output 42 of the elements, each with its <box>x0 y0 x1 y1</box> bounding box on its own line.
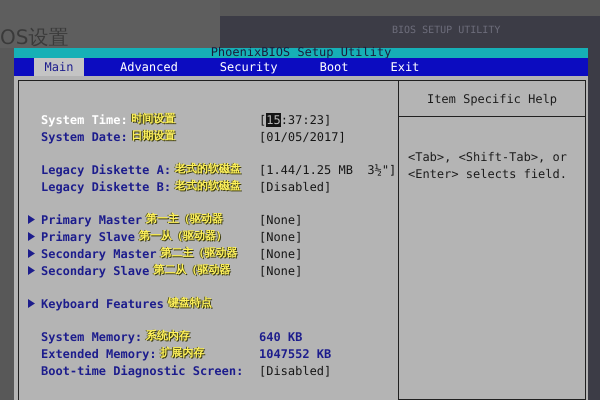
annotation-text: 第一从（驱动器） <box>138 228 227 244</box>
setting-value[interactable]: [Disabled] <box>259 362 332 380</box>
setting-label[interactable]: System Date: <box>41 128 128 146</box>
menu-tab[interactable]: Exit <box>384 58 426 76</box>
setting-label[interactable]: Boot-time Diagnostic Screen: <box>41 362 244 380</box>
menu-tab[interactable]: Advanced <box>114 58 184 76</box>
annotation-text: 键盘特点 <box>168 295 212 312</box>
annotation-text: 第一主（驱动器 <box>146 211 224 228</box>
triangle-icon <box>28 299 35 308</box>
setting-value[interactable]: [1.44/1.25 MB 3½"] <box>259 160 396 178</box>
annotation-text: 系统内存 <box>146 328 190 344</box>
setting-label[interactable]: Extended Memory: <box>41 344 157 362</box>
setting-value[interactable]: [None] <box>259 228 302 246</box>
setting-label[interactable]: Keyboard Features <box>41 294 164 312</box>
annotation-text: 第二主（驱动器 <box>160 245 238 262</box>
setting-value[interactable]: 640 KB <box>259 328 302 346</box>
menu-tab[interactable]: Main <box>34 58 84 76</box>
setting-value[interactable]: [01/05/2017] <box>259 128 346 146</box>
setting-value[interactable]: [None] <box>259 210 302 228</box>
setting-value[interactable]: [None] <box>259 262 302 280</box>
help-text: <Tab>, <Shift-Tab>, or <Enter> selects field. <box>407 149 568 183</box>
setting-value[interactable]: 1047552 KB <box>259 344 332 362</box>
menu-tab[interactable]: Security <box>214 58 284 76</box>
setting-value[interactable]: [Disabled] <box>259 178 332 196</box>
annotation-text: 老式的软磁盘 <box>175 161 242 178</box>
setting-label[interactable]: Primary Slave <box>41 228 135 246</box>
setting-label[interactable]: Secondary Master <box>41 244 157 262</box>
setting-label[interactable]: Secondary Slave <box>41 262 150 280</box>
annotation-text: 老式的软磁盘 <box>175 178 242 194</box>
annotation-text: 日期设置 <box>132 128 176 144</box>
setting-label[interactable]: Primary Master <box>41 210 142 228</box>
setting-value[interactable]: [15:37:23] <box>259 110 332 128</box>
help-title: Item Specific Help <box>426 90 558 108</box>
annotation-text: 第二从（驱动器 <box>153 262 230 278</box>
annotation-text: 时间设置 <box>132 111 176 128</box>
setting-label[interactable]: Legacy Diskette B: <box>41 178 172 196</box>
annotation-text: 扩展内存 <box>160 345 205 362</box>
setting-value[interactable]: [None] <box>259 244 302 262</box>
window-title: PhoenixBIOS Setup Utility <box>210 46 392 58</box>
setting-label[interactable]: Legacy Diskette A: <box>41 160 172 178</box>
setting-label[interactable]: System Memory: <box>41 328 142 346</box>
menu-tab[interactable]: Boot <box>314 58 354 76</box>
